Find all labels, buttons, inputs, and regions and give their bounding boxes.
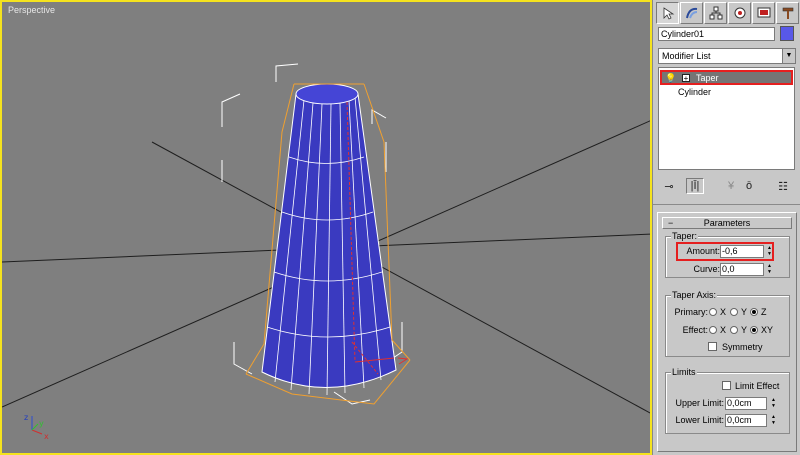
modifier-stack[interactable]: 💡 + Taper Cylinder (658, 67, 795, 170)
amount-highlight (676, 242, 774, 261)
motion-icon (734, 7, 745, 19)
viewport-scene: z y x (2, 63, 650, 441)
parameters-rollout-header[interactable]: − Parameters (662, 217, 792, 229)
viewport-label[interactable]: Perspective (8, 5, 55, 15)
expand-plus-icon[interactable]: + (682, 74, 690, 83)
perspective-viewport[interactable]: z y x Perspective (0, 0, 652, 455)
stack-item-label: Taper (696, 73, 719, 83)
rollout-title: Parameters (703, 218, 751, 228)
divider (653, 204, 800, 205)
upper-limit-label: Upper Limit: (675, 398, 724, 408)
display-icon (757, 7, 770, 18)
symmetry-checkbox[interactable] (708, 342, 717, 351)
pin-stack-icon[interactable]: ⊸ (660, 178, 678, 194)
limits-group: Limits Limit Effect Upper Limit: 0,0cm ▲… (665, 367, 790, 434)
lower-limit-spinner[interactable]: ▲ ▼ (769, 414, 778, 427)
axis-x-label: x (44, 432, 49, 441)
lightbulb-icon[interactable]: 💡 (665, 73, 676, 84)
primary-y-radio[interactable] (730, 308, 738, 316)
modifier-list-label: Modifier List (662, 51, 711, 61)
limit-effect-label: Limit Effect (735, 381, 780, 391)
modifier-list-dropdown[interactable]: Modifier List ▼ (658, 48, 796, 64)
effect-y-radio[interactable] (730, 326, 738, 334)
taper-axis-group: Taper Axis: Primary: X Y Z Effect: X Y X… (665, 290, 790, 357)
primary-x-label: X (720, 307, 727, 317)
object-color-swatch[interactable] (780, 26, 794, 41)
tab-utilities[interactable] (776, 2, 799, 24)
effect-x-label: X (720, 325, 727, 335)
tab-create[interactable] (656, 2, 679, 24)
effect-label: Effect: (682, 325, 708, 335)
taper-group: Taper: Amount: -0,6 ▲ ▼ Curve: 0,0 ▲ ▼ (665, 231, 790, 278)
axis-z-label: z (24, 413, 28, 422)
curve-field[interactable]: 0,0 (720, 263, 764, 276)
curve-spinner[interactable]: ▲ ▼ (765, 263, 774, 276)
taper-axis-title: Taper Axis: (671, 290, 718, 300)
effect-xy-radio[interactable] (750, 326, 758, 334)
primary-label: Primary: (674, 307, 709, 317)
parameters-rollout: − Parameters Taper: Amount: -0,6 ▲ ▼ Curv… (657, 212, 797, 452)
effect-x-radio[interactable] (709, 326, 717, 334)
remove-modifier-icon[interactable]: ō (740, 178, 758, 194)
lower-limit-field[interactable]: 0,0cm (725, 414, 767, 427)
limit-effect-checkbox[interactable] (722, 381, 731, 390)
tab-display[interactable] (752, 2, 775, 24)
make-unique-icon[interactable]: ¥ (722, 178, 740, 194)
stack-item-taper[interactable]: 💡 + Taper (660, 70, 793, 85)
upper-limit-spinner[interactable]: ▲ ▼ (769, 397, 778, 410)
tab-modify[interactable] (680, 2, 703, 24)
primary-x-radio[interactable] (709, 308, 717, 316)
primary-z-radio[interactable] (750, 308, 758, 316)
axis-y-label: y (39, 419, 44, 428)
lower-limit-label: Lower Limit: (675, 415, 724, 425)
object-name-field[interactable]: Cylinder01 (658, 27, 775, 41)
chevron-down-icon: ▼ (782, 49, 795, 63)
modify-curve-icon (685, 7, 697, 19)
upper-limit-field[interactable]: 0,0cm (725, 397, 767, 410)
show-end-result-icon[interactable]: |Ī| (686, 178, 704, 194)
tab-motion[interactable] (728, 2, 751, 24)
primary-z-label: Z (761, 307, 767, 317)
symmetry-label: Symmetry (722, 342, 763, 352)
stack-toolbar: ⊸ |Ī| ¥ ō ☷ (656, 176, 799, 196)
create-arrow-icon (663, 7, 674, 20)
command-panel: Cylinder01 Modifier List ▼ 💡 + Taper Cyl… (652, 0, 800, 455)
primary-y-label: Y (741, 307, 748, 317)
stack-item-cylinder[interactable]: Cylinder (678, 87, 711, 97)
hierarchy-icon (709, 6, 722, 20)
tab-hierarchy[interactable] (704, 2, 727, 24)
axis-tripod: z y x (24, 413, 49, 441)
limits-title: Limits (671, 367, 697, 377)
utilities-hammer-icon (782, 7, 793, 19)
effect-xy-label: XY (761, 325, 774, 335)
curve-label: Curve: (693, 264, 720, 274)
effect-y-label: Y (741, 325, 748, 335)
collapse-minus-icon: − (668, 218, 674, 228)
configure-modifier-sets-icon[interactable]: ☷ (774, 178, 792, 194)
command-panel-tabs (656, 2, 799, 24)
taper-group-title: Taper: (671, 231, 699, 241)
